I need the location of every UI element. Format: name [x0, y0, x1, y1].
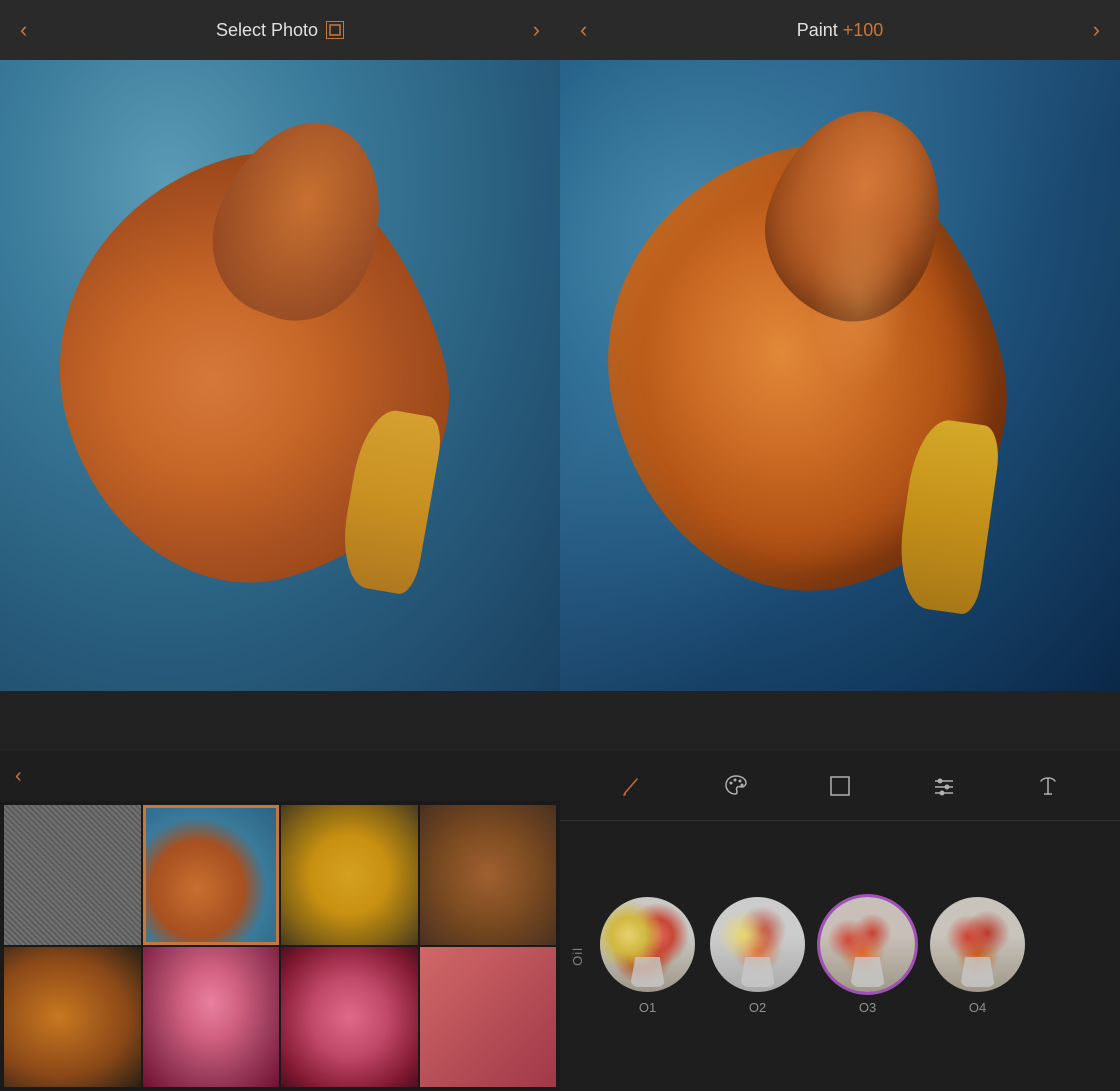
- thumb-pink-img: [143, 947, 280, 1087]
- right-header: ‹ Paint +100 ›: [560, 0, 1120, 60]
- filter-o2-label: O2: [749, 1000, 766, 1015]
- adjust-tool-button[interactable]: [919, 761, 969, 811]
- thumbnail-item[interactable]: [4, 947, 141, 1087]
- thumb-yellow-leaf-img: [281, 805, 418, 945]
- thumb-extra-img: [420, 947, 557, 1087]
- paint-value: +100: [843, 20, 884, 40]
- thumb-roses-img: [281, 947, 418, 1087]
- filter-o1-label: O1: [639, 1000, 656, 1015]
- filter-scroll[interactable]: O1 O2 O3: [595, 887, 1110, 1025]
- oil-label: Oil: [570, 947, 585, 966]
- thumb-sticks-img: [4, 805, 141, 945]
- thumbnail-item[interactable]: [143, 947, 280, 1087]
- thumb-orange2-img: [4, 947, 141, 1087]
- crop-icon: [326, 21, 344, 39]
- right-next-button[interactable]: ›: [1093, 17, 1100, 43]
- left-image-area: [0, 60, 560, 691]
- right-tools-area: Oil O1 O2: [560, 751, 1120, 1091]
- left-thumbnails: ‹: [0, 751, 560, 1091]
- right-bottom-bar: [560, 691, 1120, 751]
- filter-area: Oil O1 O2: [560, 821, 1120, 1091]
- thumbnail-item[interactable]: [281, 805, 418, 945]
- right-prev-button[interactable]: ‹: [580, 17, 587, 43]
- select-photo-label: Select Photo: [216, 20, 318, 41]
- vase-shape: [630, 957, 665, 987]
- left-next-button[interactable]: ›: [533, 17, 540, 43]
- filter-o1-thumb: [600, 897, 695, 992]
- palette-tool-button[interactable]: [711, 761, 761, 811]
- thumbnail-back-button[interactable]: ‹: [15, 765, 22, 788]
- filter-o3-thumb: [820, 897, 915, 992]
- filter-o3-label: O3: [859, 1000, 876, 1015]
- filter-o2[interactable]: O2: [710, 897, 805, 1015]
- right-image-area: [560, 60, 1120, 691]
- right-panel: ‹ Paint +100 ›: [560, 0, 1120, 1091]
- thumbnail-item[interactable]: [281, 947, 418, 1087]
- thumbnail-item[interactable]: [4, 805, 141, 945]
- left-panel: ‹ Select Photo › ‹: [0, 0, 560, 1091]
- thumbnail-header: ‹: [0, 751, 560, 801]
- filter-o1[interactable]: O1: [600, 897, 695, 1015]
- left-header: ‹ Select Photo ›: [0, 0, 560, 60]
- thumb-brown-leaves-img: [420, 805, 557, 945]
- brush-tool-button[interactable]: [607, 761, 657, 811]
- paint-highlight: [810, 210, 910, 390]
- filter-o4[interactable]: O4: [930, 897, 1025, 1015]
- vase-shape: [850, 957, 885, 987]
- crop-tool-button[interactable]: [815, 761, 865, 811]
- right-header-title: Paint +100: [797, 20, 884, 41]
- flower-petals: [0, 60, 560, 691]
- thumbnail-grid: [0, 801, 560, 1091]
- left-bottom-bar: [0, 691, 560, 751]
- left-prev-button[interactable]: ‹: [20, 17, 27, 43]
- filter-o2-thumb: [710, 897, 805, 992]
- vase-shape: [740, 957, 775, 987]
- thumbnail-item-selected[interactable]: [143, 805, 280, 945]
- text-tool-button[interactable]: [1023, 761, 1073, 811]
- vase-shape: [960, 957, 995, 987]
- thumb-flower-img: [143, 805, 280, 945]
- tools-bar: [560, 751, 1120, 821]
- filter-o4-label: O4: [969, 1000, 986, 1015]
- thumbnail-item[interactable]: [420, 947, 557, 1087]
- paint-label: Paint +100: [797, 20, 884, 40]
- filter-o4-thumb: [930, 897, 1025, 992]
- filter-o3[interactable]: O3: [820, 897, 915, 1015]
- thumbnail-item[interactable]: [420, 805, 557, 945]
- left-header-title: Select Photo: [216, 20, 344, 41]
